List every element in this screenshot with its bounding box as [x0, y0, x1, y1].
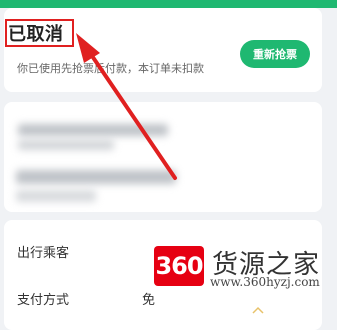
watermark-url: www.360hyzj.com — [210, 275, 320, 289]
watermark-logo-badge: 360 — [154, 246, 204, 286]
watermark: 360 货源之家 www.360hyzj.com — [154, 246, 337, 294]
